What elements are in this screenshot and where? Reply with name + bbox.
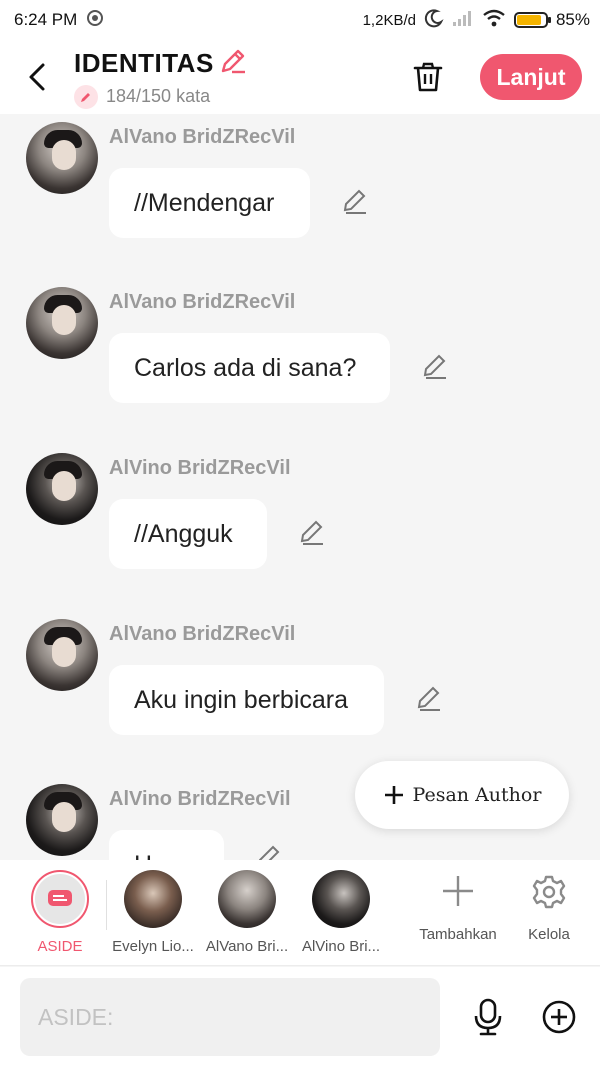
edit-message-icon[interactable] [254,842,284,860]
page-title: IDENTITAS [74,47,214,78]
character-item[interactable]: Evelyn Lio... [108,870,198,955]
battery-percent: 85% [555,10,590,29]
edit-message-icon[interactable] [340,186,370,216]
message-sender: AlVino BridZRecVil [109,788,291,810]
status-time: 6:24 PM [14,10,78,29]
signal-icon [452,9,474,32]
message-bubble[interactable]: H... [109,830,224,860]
chat-area[interactable]: AlVano BridZRecVil //Mendengar AlVano Br… [0,114,600,860]
message-bubble[interactable]: Carlos ada di sana? [109,333,390,403]
avatar [26,453,98,525]
status-right: 1,2KB/d 85% [363,8,590,33]
divider [106,880,107,930]
title-row: IDENTITAS [74,46,398,81]
back-arrow-icon [29,63,45,91]
avatar [26,784,98,856]
next-button[interactable]: Lanjut [480,54,582,100]
network-speed: 1,2KB/d [362,11,416,29]
gear-icon [532,875,566,909]
chat-bubble-icon [48,890,72,906]
header: IDENTITAS 184/150 kata Lanjut [0,40,600,114]
add-character-label: Tambahkan [419,926,497,943]
edit-message-icon[interactable] [420,351,450,381]
delete-button[interactable] [398,47,458,107]
status-bar: 6:24 PM 1,2KB/d 85% [0,0,600,40]
avatar [312,870,370,928]
character-aside[interactable]: ASIDE [15,870,105,955]
title-block: IDENTITAS 184/150 kata [74,46,398,109]
character-label: AlVano Bri... [205,938,289,955]
message-bubble[interactable]: //Mendengar [109,168,310,238]
avatar [26,122,98,194]
character-label: Evelyn Lio... [112,938,194,955]
moon-icon [424,8,444,33]
word-count-row: 184/150 kata [74,84,398,109]
edit-message-icon[interactable] [414,683,444,713]
manage-button[interactable]: Kelola [504,874,594,943]
plus-icon [384,786,403,804]
plus-icon [443,876,473,906]
edit-title-icon[interactable] [218,46,248,81]
plus-circle-icon [542,1000,576,1034]
avatar [218,870,276,928]
message-sender: AlVano BridZRecVil [109,623,296,645]
status-left: 6:24 PM [14,8,105,33]
message-sender: AlVano BridZRecVil [109,291,296,313]
back-button[interactable] [10,40,62,114]
mic-button[interactable] [466,995,510,1039]
avatar [124,870,182,928]
author-message-label: Pesan Author [412,784,542,806]
notification-icon [85,8,105,33]
word-count: 184/150 kata [106,86,211,106]
microphone-icon [474,998,502,1036]
avatar [26,619,98,691]
character-label: ASIDE [37,938,83,955]
message-input[interactable] [20,978,440,1056]
character-item[interactable]: AlVino Bri... [296,870,386,955]
character-label: AlVino Bri... [301,938,381,955]
message-bubble[interactable]: //Angguk [109,499,267,569]
trash-icon [413,62,443,92]
author-message-button[interactable]: Pesan Author [355,761,569,829]
message-sender: AlVino BridZRecVil [109,457,291,479]
character-item[interactable]: AlVano Bri... [202,870,292,955]
manage-label: Kelola [528,926,570,943]
wifi-icon [482,8,506,33]
aside-inner [35,874,85,924]
message-bubble[interactable]: Aku ingin berbicara [109,665,384,735]
attach-button[interactable] [537,995,581,1039]
message-sender: AlVano BridZRecVil [109,126,296,148]
avatar [26,287,98,359]
input-bar [0,967,600,1067]
aside-avatar [31,870,89,928]
edit-message-icon[interactable] [297,517,327,547]
pencil-icon [74,84,98,109]
battery-icon [513,12,551,28]
add-character-button[interactable]: Tambahkan [413,874,503,943]
character-bar: ASIDE Evelyn Lio... AlVano Bri... AlVino… [0,860,600,966]
